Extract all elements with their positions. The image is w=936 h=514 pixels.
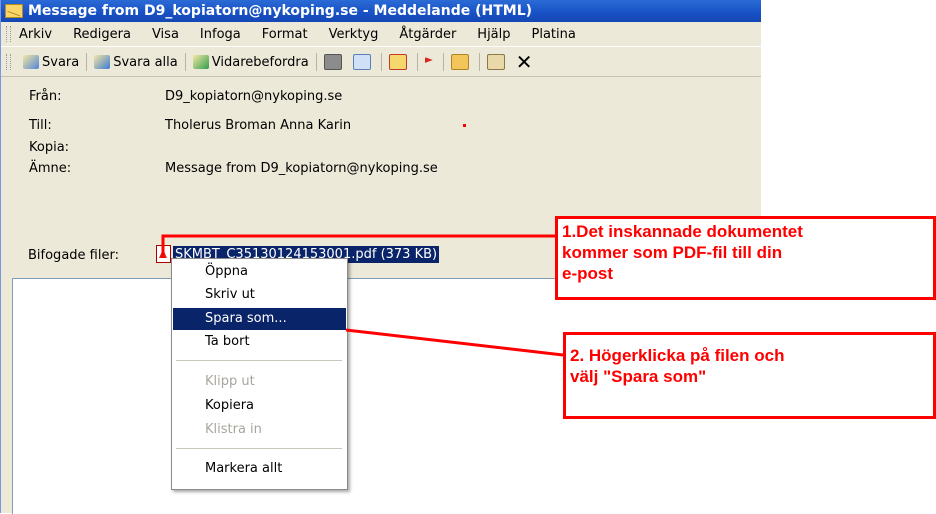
- callout-step-2-line-2: välj "Spara som": [570, 367, 707, 386]
- copy-icon: [352, 54, 371, 70]
- reply-all-button[interactable]: Svara alla: [90, 51, 182, 73]
- menu-bar: Arkiv Redigera Visa Infoga Format Verkty…: [1, 22, 761, 47]
- reply-button-label: Svara: [42, 54, 80, 70]
- menu-arkiv[interactable]: Arkiv: [19, 27, 52, 42]
- window-title: Message from D9_kopiatorn@nykoping.se - …: [28, 3, 533, 19]
- subject-value: Message from D9_kopiatorn@nykoping.se: [165, 161, 438, 176]
- menu-copy-label: Kopiera: [205, 398, 255, 413]
- menu-separator: [176, 448, 342, 449]
- callout-step-1: 1.Det inskannade dokumentet kommer som P…: [555, 216, 936, 300]
- pdf-file-icon[interactable]: [156, 245, 171, 263]
- menu-select-all-label: Markera allt: [205, 461, 283, 476]
- menu-copy[interactable]: Kopiera: [173, 395, 346, 417]
- to-value[interactable]: Tholerus Broman Anna Karin: [165, 118, 351, 133]
- toolbar-separator: [442, 53, 444, 71]
- menu-print-label: Skriv ut: [205, 287, 255, 302]
- follow-up-flag-button[interactable]: [421, 51, 440, 73]
- move-to-folder-button[interactable]: [447, 51, 476, 73]
- reply-button[interactable]: Svara: [19, 51, 83, 73]
- callout-step-1-line-1: 1.Det inskannade dokumentet: [562, 222, 803, 241]
- callout-step-1-line-2: kommer som PDF-fil till din: [562, 243, 783, 262]
- menu-cut: Klipp ut: [173, 371, 346, 393]
- callout-step-2: 2. Högerklicka på filen och välj "Spara …: [563, 332, 936, 419]
- menu-paste: Klistra in: [173, 419, 346, 441]
- reply-icon: [23, 55, 39, 69]
- menu-cut-label: Klipp ut: [205, 374, 255, 389]
- forward-icon: [192, 55, 209, 69]
- clipboard-icon: [486, 54, 505, 70]
- mark-unread-button[interactable]: [385, 51, 414, 73]
- toolbar-separator: [380, 53, 382, 71]
- envelope-icon: [5, 4, 23, 18]
- forward-button[interactable]: Vidarebefordra: [189, 51, 313, 73]
- menu-format[interactable]: Format: [262, 27, 308, 42]
- stray-red-dot: [463, 124, 466, 127]
- folder-icon: [450, 54, 469, 70]
- organize-button[interactable]: [483, 51, 512, 73]
- toolbar-separator: [184, 53, 186, 71]
- menu-separator: [176, 360, 342, 361]
- menu-save-as[interactable]: Spara som...: [173, 308, 346, 330]
- menu-verktyg[interactable]: Verktyg: [329, 27, 379, 42]
- menu-remove-label: Ta bort: [205, 334, 250, 349]
- reply-all-icon: [94, 55, 111, 69]
- title-bar[interactable]: Message from D9_kopiatorn@nykoping.se - …: [1, 0, 761, 22]
- envelope-flag-icon: [388, 54, 407, 70]
- printer-icon: [323, 54, 342, 70]
- delete-button[interactable]: ✕: [512, 51, 537, 73]
- menu-save-as-label: Spara som...: [205, 311, 287, 326]
- callout-step-1-line-3: e-post: [562, 264, 613, 283]
- close-x-icon: ✕: [515, 50, 533, 74]
- menu-hjalp[interactable]: Hjälp: [477, 27, 510, 42]
- menu-open[interactable]: Öppna: [173, 261, 346, 283]
- to-label: Till:: [29, 118, 52, 133]
- menu-platina[interactable]: Platina: [532, 27, 576, 42]
- copy-button[interactable]: [349, 51, 378, 73]
- menubar-grip-handle[interactable]: [6, 26, 11, 42]
- menu-print[interactable]: Skriv ut: [173, 284, 346, 306]
- menu-select-all[interactable]: Markera allt: [173, 458, 346, 480]
- menu-infoga[interactable]: Infoga: [200, 27, 241, 42]
- toolbar-separator: [416, 53, 418, 71]
- forward-button-label: Vidarebefordra: [211, 54, 309, 70]
- context-menu: Öppna Skriv ut Spara som... Ta bort Klip…: [171, 258, 348, 490]
- menu-visa[interactable]: Visa: [152, 27, 179, 42]
- callout-step-2-line-1: 2. Högerklicka på filen och: [570, 346, 785, 365]
- toolbar: Svara Svara alla Vidarebefordra ✕: [1, 48, 761, 77]
- menu-open-label: Öppna: [205, 264, 248, 279]
- subject-label: Ämne:: [29, 161, 72, 176]
- menu-remove[interactable]: Ta bort: [173, 331, 346, 353]
- from-value[interactable]: D9_kopiatorn@nykoping.se: [165, 89, 342, 104]
- attachments-label: Bifogade filer:: [28, 248, 119, 263]
- toolbar-separator: [315, 53, 317, 71]
- red-flag-icon: [424, 57, 433, 63]
- toolbar-separator: [86, 53, 88, 71]
- from-label: Från:: [29, 89, 62, 104]
- menu-redigera[interactable]: Redigera: [73, 27, 131, 42]
- toolbar-grip-handle[interactable]: [6, 54, 11, 70]
- cc-label: Kopia:: [29, 140, 70, 155]
- menu-paste-label: Klistra in: [205, 422, 262, 437]
- reply-all-button-label: Svara alla: [113, 54, 178, 70]
- print-button[interactable]: [320, 51, 349, 73]
- menu-atgarder[interactable]: Åtgärder: [399, 27, 456, 42]
- toolbar-separator: [478, 53, 480, 71]
